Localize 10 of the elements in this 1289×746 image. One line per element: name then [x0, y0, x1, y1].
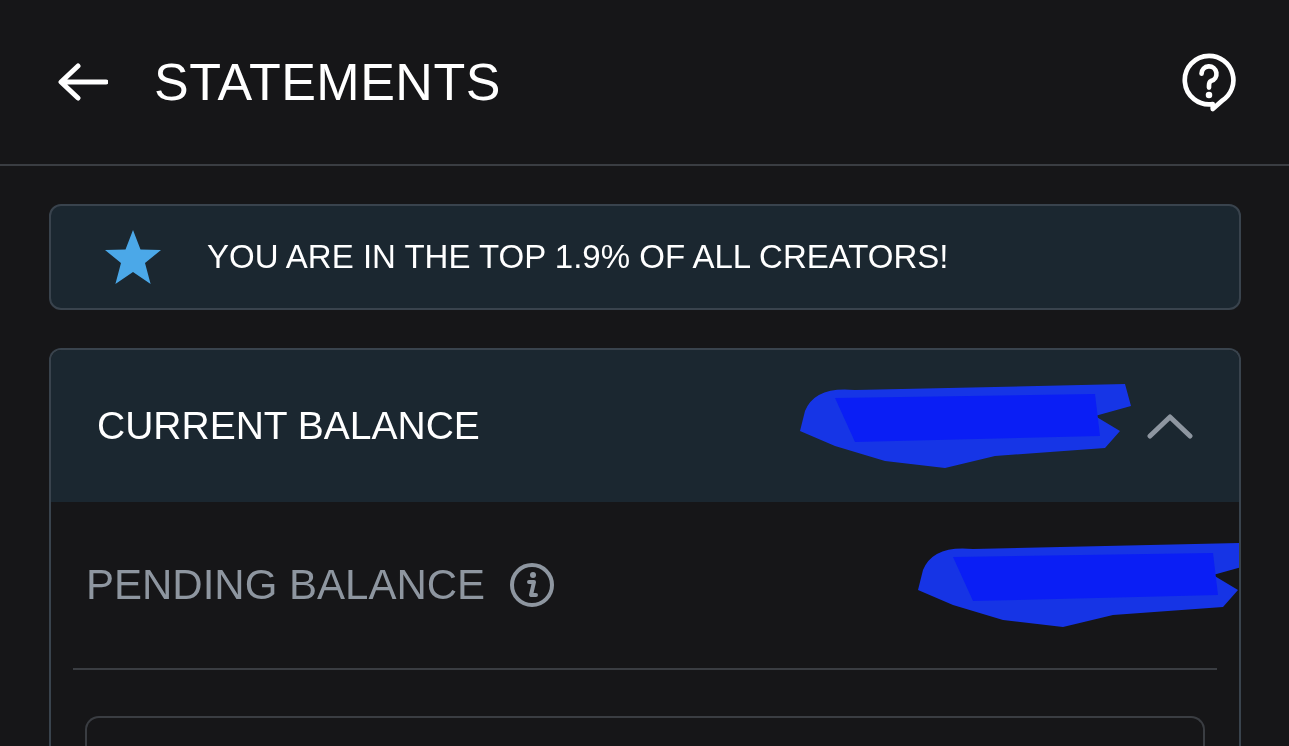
help-icon[interactable] [1181, 52, 1237, 112]
current-balance-label: CURRENT BALANCE [97, 404, 480, 448]
page-title: STATEMENTS [154, 52, 501, 112]
pending-balance-label: PENDING BALANCE [86, 561, 486, 609]
back-arrow-icon[interactable] [56, 62, 108, 102]
star-icon [103, 228, 163, 286]
banner-message: YOU ARE IN THE TOP 1.9% OF ALL CREATORS! [207, 238, 949, 276]
info-icon[interactable] [509, 562, 556, 608]
chevron-up-icon[interactable] [1147, 413, 1193, 439]
balance-header[interactable]: CURRENT BALANCE [51, 350, 1239, 502]
